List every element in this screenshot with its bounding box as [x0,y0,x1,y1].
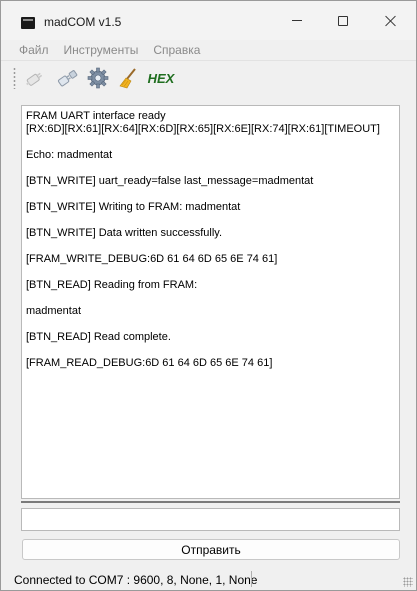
separator [21,501,400,503]
resize-grip[interactable] [403,577,413,587]
app-icon [21,17,35,29]
log-blank-line [26,188,395,201]
clear-button[interactable] [117,66,141,90]
log-line: [RX:6D][RX:61][RX:64][RX:6D][RX:65][RX:6… [26,123,380,135]
log-blank-line [26,292,395,305]
minimize-icon [292,20,302,21]
minimize-button[interactable] [274,1,320,40]
close-button[interactable] [366,1,416,40]
message-input[interactable] [21,508,400,531]
log-blank-line [26,240,395,253]
log-blank-line [26,136,395,149]
disconnect-plug-icon [57,70,78,87]
window-title: madCOM v1.5 [44,15,122,29]
close-icon [385,15,397,27]
toolbar: HEX [1,60,416,93]
menu-help[interactable]: Справка [147,43,206,57]
log-line: [BTN_WRITE] uart_ready=false last_messag… [26,175,314,187]
connect-button[interactable] [23,66,47,90]
log-line: [BTN_WRITE] Writing to FRAM: madmentat [26,201,241,213]
log-line: [BTN_READ] Read complete. [26,331,171,343]
menu-tools[interactable]: Инструменты [58,43,145,57]
log-blank-line [26,214,395,227]
title-bar[interactable]: madCOM v1.5 [1,1,416,40]
disconnect-button[interactable] [55,66,79,90]
log-output[interactable]: FRAM UART interface ready [RX:6D][RX:61][… [21,105,400,499]
log-blank-line [26,344,395,357]
toolbar-grip[interactable] [13,67,16,89]
log-line: FRAM UART interface ready [26,110,166,122]
app-window: madCOM v1.5 Файл Инструменты Справка HEX… [0,0,417,591]
settings-gear-icon [87,67,109,89]
log-blank-line [26,318,395,331]
menu-file[interactable]: Файл [13,43,55,57]
maximize-button[interactable] [320,1,366,40]
clear-broom-icon [119,68,136,89]
settings-button[interactable] [86,66,110,90]
status-bar: Connected to COM7 : 9600, 8, None, 1, No… [1,567,416,590]
send-button[interactable]: Отправить [22,539,400,560]
connect-plug-icon [26,72,43,86]
log-line: [FRAM_READ_DEBUG:6D 61 64 6D 65 6E 74 61… [26,357,273,369]
connection-status: Connected to COM7 : 9600, 8, None, 1, No… [14,573,258,587]
log-blank-line [26,162,395,175]
log-line: Echo: madmentat [26,149,113,161]
log-line: [BTN_WRITE] Data written successfully. [26,227,223,239]
log-line: madmentat [26,305,82,317]
maximize-icon [338,15,348,26]
status-divider [251,571,252,587]
log-line: [BTN_READ] Reading from FRAM: [26,279,198,291]
log-line: [FRAM_WRITE_DEBUG:6D 61 64 6D 65 6E 74 6… [26,253,278,265]
menu-bar: Файл Инструменты Справка [1,40,416,60]
log-blank-line [26,266,395,279]
hex-toggle-button[interactable]: HEX [146,66,176,90]
